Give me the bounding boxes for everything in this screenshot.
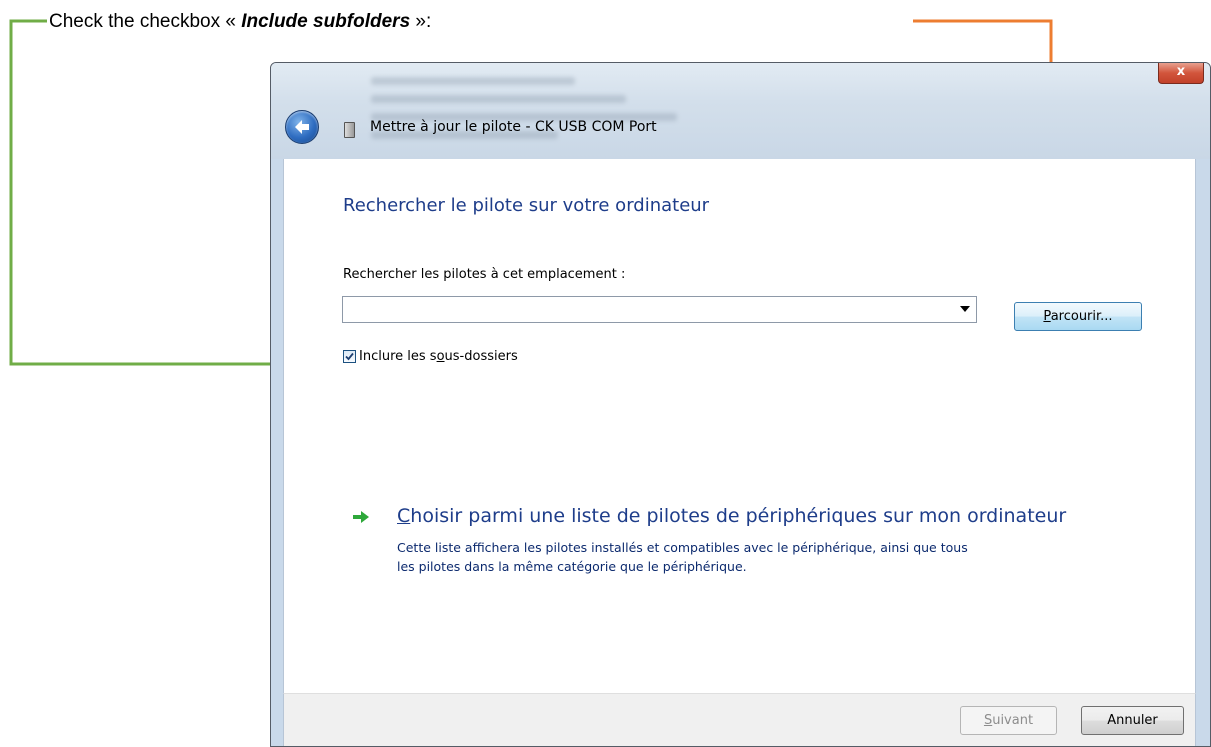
browse-label: arcourir... — [1050, 309, 1113, 324]
back-arrow-icon — [295, 120, 309, 134]
driver-update-window: x Mettre à jour le pilote - CK USB COM P… — [270, 62, 1211, 747]
browse-accel: P — [1043, 309, 1051, 324]
title-accel: C — [397, 505, 411, 527]
close-button[interactable]: x — [1158, 63, 1204, 84]
choose-from-list-description: Cette liste affichera les pilotes instal… — [397, 540, 968, 574]
instruction-emphasis: Include subfolders — [241, 11, 411, 32]
title-rest: hoisir parmi une liste de pilotes de pér… — [410, 505, 1067, 527]
choose-from-list-title[interactable]: Choisir parmi une liste de pilotes de pé… — [397, 505, 1066, 527]
window-title: Mettre à jour le pilote - CK USB COM Por… — [370, 119, 657, 135]
close-icon: x — [1176, 64, 1186, 79]
include-subfolders-label[interactable]: Inclure les sous-dossiers — [359, 349, 518, 364]
include-subfolders-checkbox[interactable] — [343, 350, 356, 363]
page-heading: Rechercher le pilote sur votre ordinateu… — [343, 195, 710, 216]
include-subfolders-row[interactable]: Inclure les sous-dossiers — [343, 346, 518, 364]
path-combobox[interactable] — [342, 296, 977, 323]
label-accel: o — [436, 349, 445, 364]
label-part: us-dossiers — [444, 349, 518, 364]
path-label: Rechercher les pilotes à cet emplacement… — [343, 267, 626, 282]
next-label: uivant — [992, 713, 1034, 728]
wizard-content: Rechercher le pilote sur votre ordinateu… — [283, 159, 1196, 746]
instruction-suffix: »: — [410, 11, 432, 32]
usb-device-icon — [344, 122, 355, 138]
cancel-button[interactable]: Annuler — [1081, 706, 1184, 735]
blurred-background — [371, 67, 711, 153]
instruction-prefix: Check the checkbox « — [49, 11, 242, 32]
back-button[interactable] — [285, 110, 319, 144]
wizard-footer: Suivant Annuler — [283, 693, 1196, 746]
next-accel: S — [983, 713, 993, 728]
green-arrow-icon — [353, 511, 369, 523]
instruction-text: Check the checkbox « Include subfolders … — [49, 11, 431, 33]
title-bar[interactable]: x Mettre à jour le pilote - CK USB COM P… — [271, 63, 1210, 159]
chevron-down-icon[interactable] — [960, 306, 970, 312]
label-part: Inclure les s — [359, 349, 437, 364]
browse-button[interactable]: Parcourir... — [1014, 302, 1142, 331]
next-button[interactable]: Suivant — [960, 706, 1057, 735]
checkmark-icon — [345, 352, 354, 361]
